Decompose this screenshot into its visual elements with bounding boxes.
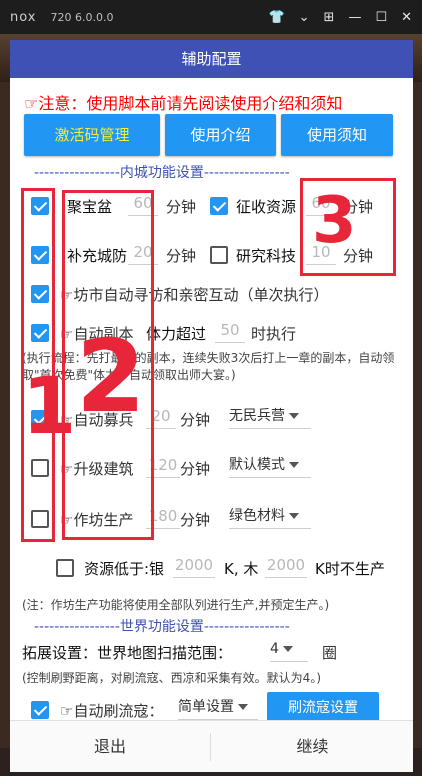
usage-notice-button[interactable]: 使用须知: [281, 114, 393, 156]
silver-threshold-input[interactable]: 2000: [173, 554, 215, 578]
workshop-material-select[interactable]: 绿色材料: [229, 505, 311, 529]
dungeon-unit: 时执行: [251, 325, 297, 343]
scan-range-value: 4: [270, 641, 279, 657]
collect-checkbox[interactable]: [210, 197, 228, 215]
workshop-note: (注：作坊生产功能将使用全部队列进行生产,并预定生产。): [22, 598, 330, 612]
close-icon[interactable]: ✕: [401, 10, 412, 25]
dungeon-stamina-input[interactable]: 50: [215, 319, 245, 343]
usage-intro-button[interactable]: 使用介绍: [165, 114, 276, 156]
emulator-version: 720 6.0.0.0: [50, 10, 114, 24]
bandit-checkbox[interactable]: [31, 701, 49, 719]
workshop-material-value: 绿色材料: [229, 508, 285, 524]
emulator-window-controls: 👕 ⌄ ⊞ — ☐ ✕: [268, 0, 412, 34]
resource-tail-label: K时不生产: [315, 560, 385, 578]
bandit-mode-value: 简单设置: [178, 699, 234, 715]
expand-note: (控制刷野距离，对刷流寇、西凉和采集有效。默认为4。): [22, 671, 322, 685]
build-mode-select[interactable]: 默认模式: [229, 454, 311, 478]
emulator-title-bar: nox 720 6.0.0.0 👕 ⌄ ⊞ — ☐ ✕: [0, 0, 422, 34]
scan-range-unit: 圈: [322, 644, 338, 662]
minimize-icon[interactable]: —: [348, 10, 361, 25]
collect-label: 征收资源: [236, 198, 297, 216]
chevron-down-icon: [289, 513, 299, 519]
chevron-down-icon[interactable]: ⌄: [299, 10, 310, 25]
maximize-icon[interactable]: ☐: [375, 10, 387, 25]
research-label: 研究科技: [236, 247, 297, 265]
resource-wood-label: K, 木: [224, 560, 259, 578]
recruit-mode-value: 无民兵营: [229, 408, 285, 424]
expand-setting-label: 拓展设置：世界地图扫描范围：: [22, 644, 233, 662]
continue-button[interactable]: 继续: [212, 721, 413, 772]
pin-icon[interactable]: ⊞: [324, 10, 335, 25]
dialog-title: 辅助配置: [10, 40, 413, 78]
annotation-number-3: 3: [312, 184, 357, 258]
exit-button[interactable]: 退出: [10, 721, 210, 772]
build-mode-value: 默认模式: [229, 457, 285, 473]
activation-code-button[interactable]: 激活码管理: [24, 114, 160, 156]
build-unit: 分钟: [180, 460, 211, 478]
resource-threshold-label: 资源低于:银: [84, 560, 165, 578]
resource-threshold-checkbox[interactable]: [56, 559, 74, 577]
dialog-footer: 退出 继续: [10, 720, 413, 772]
inner-city-section-header: -----------------内城功能设置-----------------: [34, 165, 290, 181]
treasure-unit: 分钟: [166, 198, 197, 216]
recruit-mode-select[interactable]: 无民兵营: [229, 405, 311, 429]
chevron-down-icon: [238, 704, 248, 710]
bandit-label: ☞自动刷流寇：: [60, 702, 164, 720]
research-checkbox[interactable]: [210, 246, 228, 264]
chevron-down-icon: [289, 413, 299, 419]
bandit-mode-select[interactable]: 简单设置: [178, 696, 258, 720]
defense-unit: 分钟: [166, 247, 197, 265]
shirt-icon[interactable]: 👕: [268, 10, 284, 25]
emulator-logo: nox: [10, 9, 37, 25]
scan-range-select[interactable]: 4: [270, 638, 308, 662]
footer-divider: [210, 733, 211, 761]
chevron-down-icon: [282, 646, 293, 652]
dungeon-stamina-label: 体力超过: [146, 325, 207, 343]
workshop-unit: 分钟: [180, 511, 211, 529]
recruit-unit: 分钟: [180, 411, 211, 429]
usage-notice: ☞注意：使用脚本前请先阅读使用介绍和须知: [24, 94, 343, 113]
wood-threshold-input[interactable]: 2000: [265, 554, 307, 578]
annotation-number-2: 2: [76, 318, 146, 435]
world-section-header: -----------------世界功能设置-----------------: [34, 619, 290, 635]
chevron-down-icon: [289, 462, 299, 468]
